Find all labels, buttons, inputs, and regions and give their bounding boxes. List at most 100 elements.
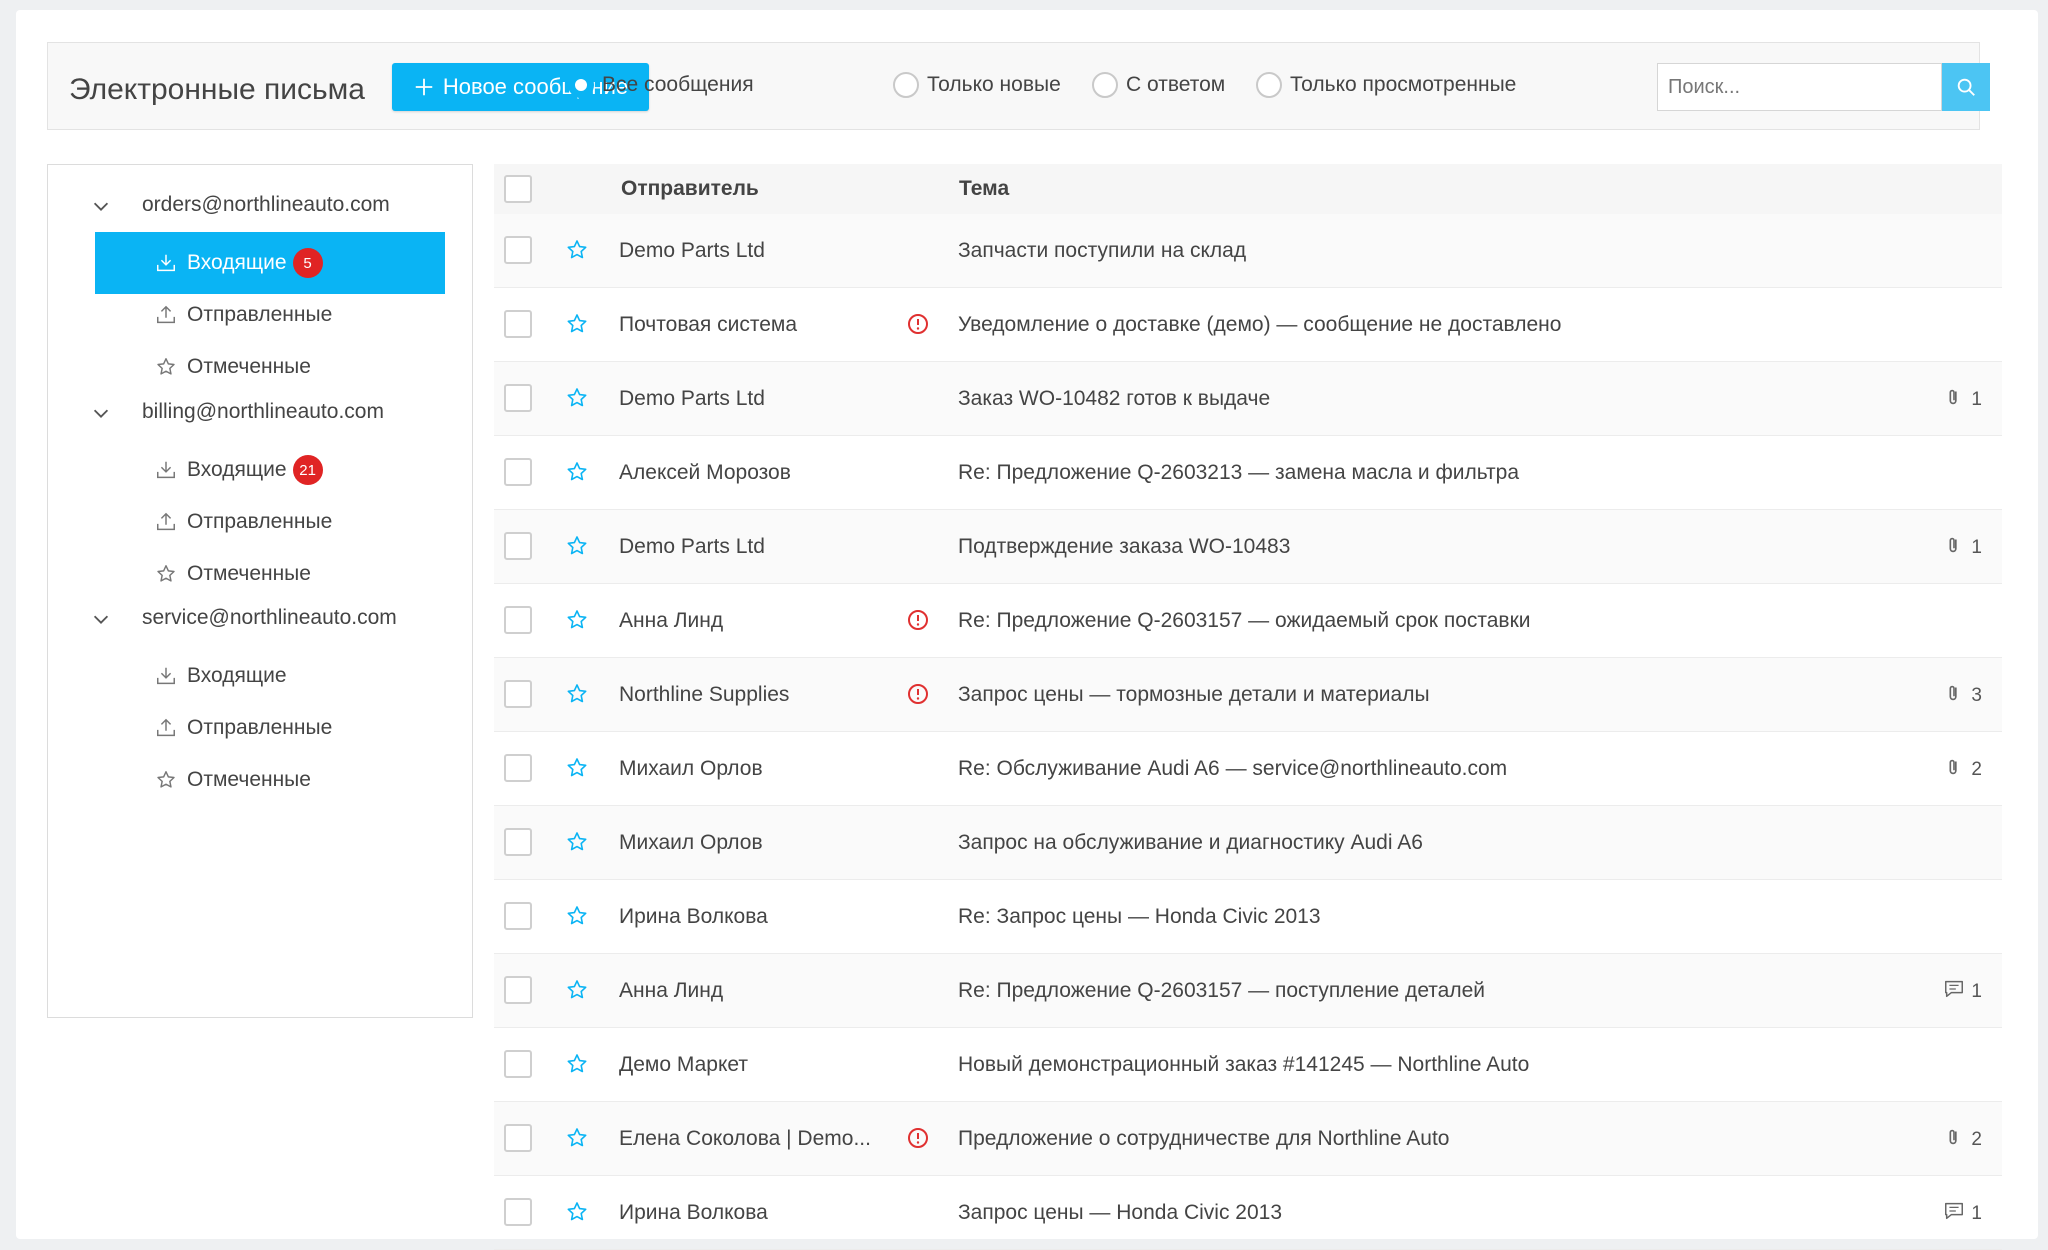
star-outline-icon: [155, 356, 177, 378]
row-meta: 2: [1943, 756, 1982, 784]
row-checkbox[interactable]: [504, 1124, 532, 1152]
select-all-checkbox[interactable]: [504, 175, 532, 203]
row-checkbox[interactable]: [504, 828, 532, 856]
folder-label: Отправленные: [187, 303, 333, 326]
table-row[interactable]: Northline Supplies Запрос цены — тормозны…: [494, 658, 2002, 732]
row-sender: Алексей Морозов: [619, 461, 791, 484]
page-title: Электронные письма: [69, 73, 365, 106]
table-row[interactable]: Demo Parts Ltd Запчасти поступили на скла…: [494, 214, 2002, 288]
folder-0-2[interactable]: Отмеченные: [95, 336, 445, 398]
table-row[interactable]: Почтовая система Уведомление о доставке (…: [494, 288, 2002, 362]
table-row[interactable]: Demo Parts Ltd Заказ WO-10482 готов к выд…: [494, 362, 2002, 436]
warning-icon: [906, 608, 930, 632]
comment-icon: [1943, 1200, 1965, 1228]
inbox-download-icon: [155, 459, 177, 481]
account-2[interactable]: service@northlineauto.com: [48, 598, 472, 638]
row-sender: Елена Соколова | Demo...: [619, 1127, 871, 1150]
row-sender: Демо Маркет: [619, 1053, 748, 1076]
row-checkbox[interactable]: [504, 680, 532, 708]
star-icon[interactable]: [565, 238, 589, 262]
table-row[interactable]: Demo Parts Ltd Подтверждение заказа WO-10…: [494, 510, 2002, 584]
folder-1-2[interactable]: Отмеченные: [95, 543, 445, 605]
warning-icon: [906, 312, 930, 336]
row-subject: Запрос цены — Honda Civic 2013: [958, 1201, 1283, 1224]
row-checkbox[interactable]: [504, 1050, 532, 1078]
row-subject: Запчасти поступили на склад: [958, 239, 1247, 262]
star-icon[interactable]: [565, 312, 589, 336]
folder-label: Отправленные: [187, 716, 333, 739]
star-icon[interactable]: [565, 978, 589, 1002]
table-row[interactable]: Анна Линд Re: Предложение Q-2603157 — ожи…: [494, 584, 2002, 658]
inbox-download-icon: [155, 252, 177, 274]
row-subject: Уведомление о доставке (демо) — сообщени…: [958, 313, 1562, 336]
folder-label: Входящие: [187, 664, 287, 687]
search-input[interactable]: [1657, 63, 1942, 111]
filter-label: Все сообщения: [602, 73, 754, 96]
table-row[interactable]: Елена Соколова | Demo... Предложение о со…: [494, 1102, 2002, 1176]
row-checkbox[interactable]: [504, 606, 532, 634]
star-icon[interactable]: [565, 460, 589, 484]
star-icon[interactable]: [565, 534, 589, 558]
filter-replied-radio[interactable]: С ответом: [1092, 72, 1225, 98]
row-checkbox[interactable]: [504, 384, 532, 412]
table-row[interactable]: Ирина Волкова Re: Запрос цены — Honda Civ…: [494, 880, 2002, 954]
account-1[interactable]: billing@northlineauto.com: [48, 392, 472, 432]
paperclip-icon: [1943, 682, 1965, 710]
row-subject: Заказ WO-10482 готов к выдаче: [958, 387, 1271, 410]
row-subject: Re: Запрос цены — Honda Civic 2013: [958, 905, 1321, 928]
row-subject: Re: Предложение Q-2603157 — ожидаемый ср…: [958, 609, 1531, 632]
row-checkbox[interactable]: [504, 532, 532, 560]
plus-icon: [415, 78, 433, 96]
row-meta: 1: [1943, 978, 1982, 1006]
account-0[interactable]: orders@northlineauto.com: [48, 185, 472, 225]
row-checkbox[interactable]: [504, 458, 532, 486]
star-icon[interactable]: [565, 608, 589, 632]
row-meta: 1: [1943, 534, 1982, 562]
star-icon[interactable]: [565, 386, 589, 410]
table-row[interactable]: Алексей Морозов Re: Предложение Q-2603213…: [494, 436, 2002, 510]
row-checkbox[interactable]: [504, 236, 532, 264]
star-icon[interactable]: [565, 904, 589, 928]
folder-label: Отмеченные: [187, 355, 311, 378]
table-row[interactable]: Михаил Орлов Re: Обслуживание Audi A6 — s…: [494, 732, 2002, 806]
row-checkbox[interactable]: [504, 1198, 532, 1226]
table-row[interactable]: Михаил Орлов Запрос на обслуживание и диа…: [494, 806, 2002, 880]
row-checkbox[interactable]: [504, 310, 532, 338]
star-icon[interactable]: [565, 682, 589, 706]
row-meta-count: 2: [1971, 759, 1982, 780]
star-outline-icon: [155, 769, 177, 791]
row-meta: 2: [1943, 1126, 1982, 1154]
folder-label: Входящие: [187, 458, 287, 481]
chevron-down-icon[interactable]: [90, 195, 112, 217]
star-icon[interactable]: [565, 830, 589, 854]
search-button[interactable]: [1942, 63, 1990, 111]
filter-all-radio[interactable]: Все сообщения: [568, 72, 754, 98]
row-meta-count: 1: [1971, 389, 1982, 410]
star-icon[interactable]: [565, 1052, 589, 1076]
star-icon[interactable]: [565, 756, 589, 780]
filter-viewed-radio[interactable]: Только просмотренные: [1256, 72, 1516, 98]
chevron-down-icon[interactable]: [90, 608, 112, 630]
star-icon[interactable]: [565, 1200, 589, 1224]
table-row[interactable]: Анна Линд Re: Предложение Q-2603157 — пос…: [494, 954, 2002, 1028]
column-subject[interactable]: Тема: [959, 177, 1009, 201]
row-meta-count: 1: [1971, 537, 1982, 558]
warning-icon: [906, 682, 930, 706]
row-checkbox[interactable]: [504, 754, 532, 782]
column-sender[interactable]: Отправитель: [621, 177, 759, 201]
star-outline-icon: [155, 563, 177, 585]
inbox-download-icon: [155, 665, 177, 687]
table-row[interactable]: Демо Маркет Новый демонстрационный заказ …: [494, 1028, 2002, 1102]
row-checkbox[interactable]: [504, 976, 532, 1004]
unread-count-badge: 21: [292, 455, 323, 485]
filter-new-radio[interactable]: Только новые: [893, 72, 1061, 98]
row-checkbox[interactable]: [504, 902, 532, 930]
row-meta-count: 2: [1971, 1129, 1982, 1150]
star-icon[interactable]: [565, 1126, 589, 1150]
folder-2-2[interactable]: Отмеченные: [95, 749, 445, 811]
row-subject: Запрос цены — тормозные детали и материа…: [958, 683, 1430, 706]
folder-label: Входящие: [187, 251, 287, 274]
chevron-down-icon[interactable]: [90, 402, 112, 424]
row-subject: Re: Обслуживание Audi A6 — service@north…: [958, 757, 1508, 780]
list-header: Отправитель Тема: [494, 164, 2002, 214]
